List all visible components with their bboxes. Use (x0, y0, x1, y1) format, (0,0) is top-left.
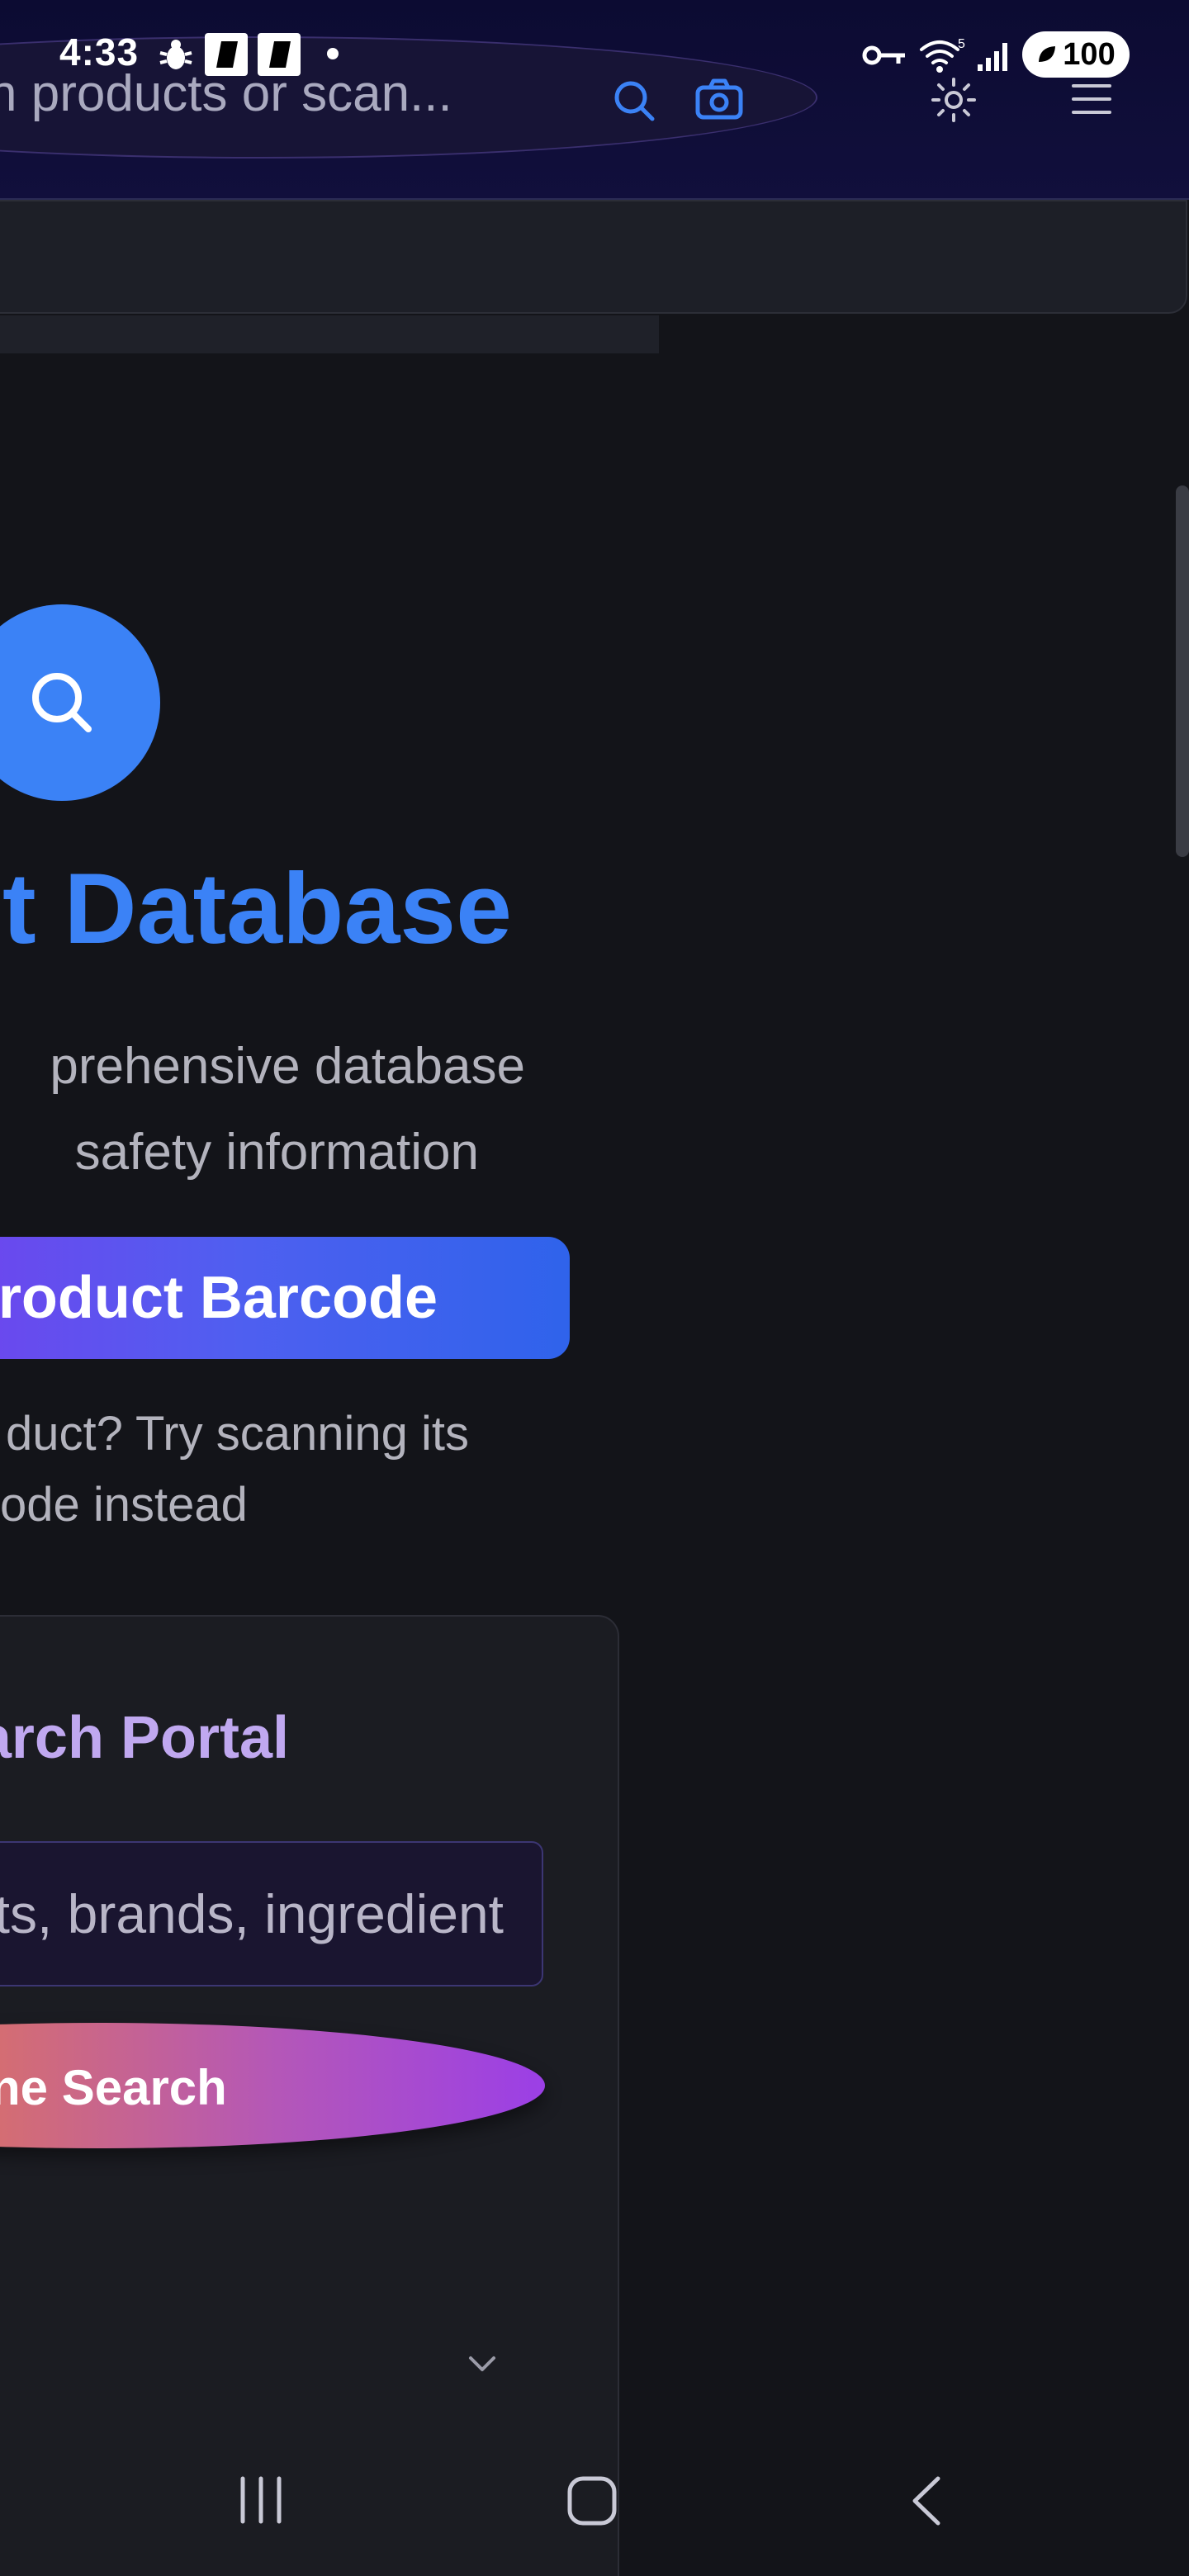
signal-icon (976, 40, 1012, 73)
battery-indicator: 100 (1022, 31, 1130, 78)
battery-level: 100 (1063, 36, 1116, 72)
scan-hint-line: ode instead (0, 1478, 248, 1532)
key-icon (862, 43, 908, 68)
portal-search-button-label: ne Search (0, 2060, 227, 2115)
portal-title: arch Portal (0, 1705, 289, 1771)
system-nav-bar (0, 2444, 1189, 2576)
scan-hint: duct? Try scanning its ode instead (0, 1399, 469, 1541)
home-icon[interactable] (566, 2475, 618, 2526)
scan-barcode-button[interactable]: roduct Barcode (0, 1237, 570, 1359)
scan-hint-line: duct? Try scanning its (6, 1407, 469, 1461)
dot-icon (327, 48, 339, 59)
notification-icon (205, 33, 248, 76)
page-title: t Database (2, 852, 512, 964)
wifi-label: 5 (958, 37, 965, 51)
bug-icon (157, 36, 195, 74)
secondary-bar (0, 200, 1187, 314)
wifi-icon: 5 (918, 36, 968, 74)
back-icon[interactable] (908, 2474, 945, 2528)
recent-apps-icon[interactable] (234, 2474, 287, 2526)
hero-search-badge (0, 604, 160, 801)
status-bar: 4:33 5 100 (0, 0, 1189, 107)
leaf-icon (1039, 46, 1056, 62)
hero-subtitle-line: prehensive database (50, 1038, 525, 1095)
tab-strip (0, 315, 659, 353)
chevron-down-icon[interactable] (462, 2345, 502, 2384)
hero-subtitle: prehensive database safety information (0, 1024, 525, 1196)
search-icon (32, 673, 92, 732)
hero-subtitle-line: safety information (74, 1124, 479, 1181)
notification-icon (258, 33, 301, 76)
status-time: 4:33 (59, 31, 140, 73)
portal-search-input[interactable]: ts, brands, ingredient (0, 1841, 543, 1986)
scrollbar[interactable] (1176, 485, 1189, 857)
